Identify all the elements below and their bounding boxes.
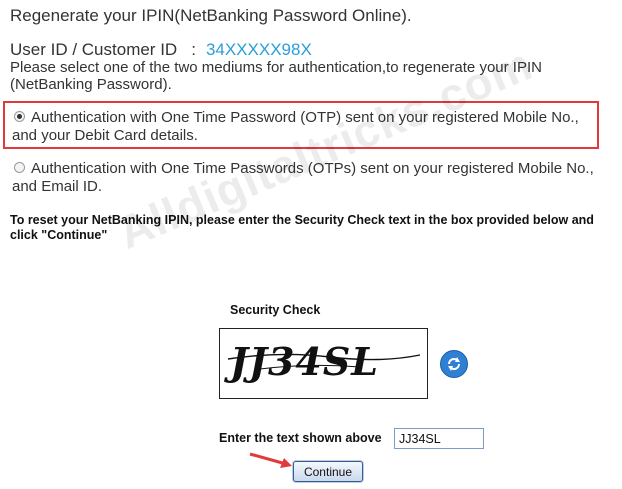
refresh-icon	[448, 357, 460, 371]
captcha-text: JJ34SL	[224, 339, 379, 384]
user-id-label: User ID / Customer ID	[10, 40, 178, 59]
user-id-row: User ID / Customer ID:34XXXXX98X	[10, 40, 312, 60]
reset-instruction: To reset your NetBanking IPIN, please en…	[10, 213, 594, 242]
refresh-captcha-button[interactable]	[440, 350, 468, 378]
user-id-separator: :	[191, 40, 196, 59]
captcha-image: JJ34SL	[219, 328, 428, 399]
user-id-value: 34XXXXX98X	[205, 40, 312, 59]
security-check-label: Security Check	[230, 303, 321, 317]
continue-button[interactable]: Continue	[293, 461, 363, 482]
radio-otp-email[interactable]	[14, 162, 25, 174]
captcha-input[interactable]	[394, 428, 484, 449]
page-title: Regenerate your IPIN(NetBanking Password…	[10, 6, 412, 25]
radio-otp-debit-card[interactable]	[14, 111, 25, 123]
captcha-input-label: Enter the text shown above	[219, 431, 382, 445]
arrow-annotation-icon	[249, 452, 292, 468]
